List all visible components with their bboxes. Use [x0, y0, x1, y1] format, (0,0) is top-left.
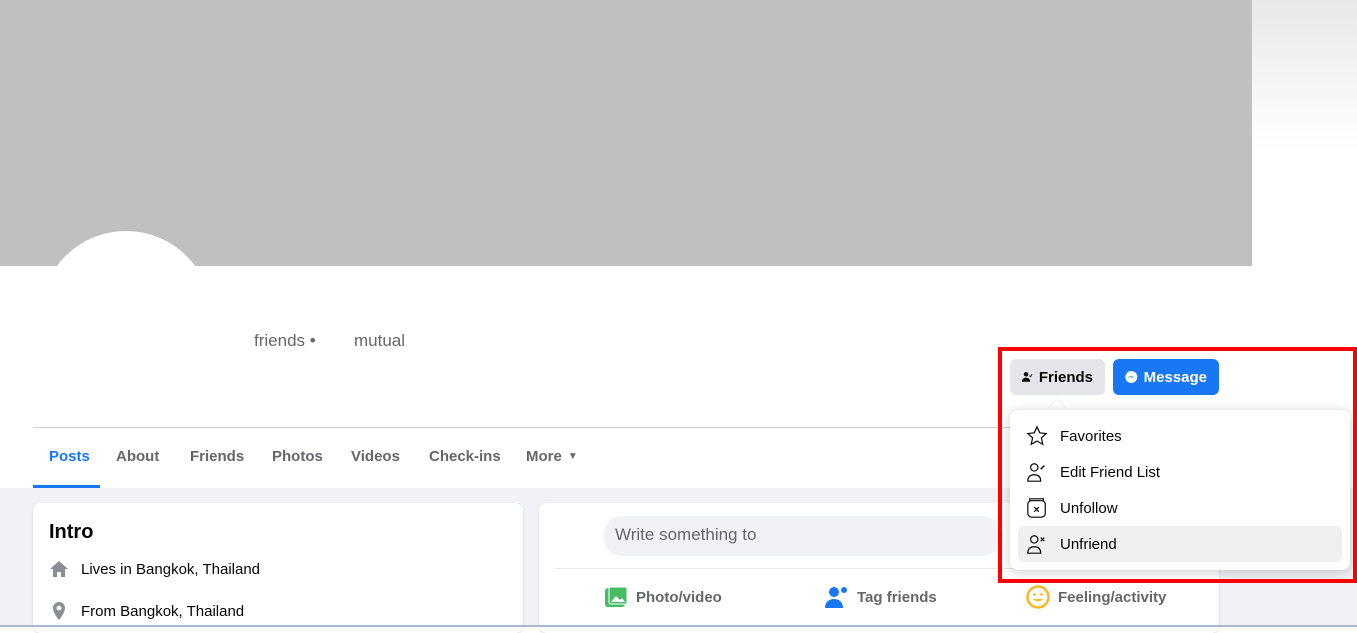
photo-icon [605, 586, 628, 607]
feeling-activity-button[interactable]: Feeling/activity [1026, 585, 1166, 609]
tab-check-ins[interactable]: Check-ins [429, 448, 501, 465]
intro-from: From Bangkok, Thailand [49, 601, 244, 621]
intro-card: Intro Lives in Bangkok, Thailand From Ba… [33, 503, 523, 633]
tab-photos[interactable]: Photos [272, 448, 323, 465]
home-icon [50, 561, 68, 577]
tag-friends-label: Tag friends [857, 588, 937, 606]
caret-down-icon: ▼ [567, 451, 578, 462]
photo-video-label: Photo/video [636, 588, 722, 606]
cover-edge [1252, 0, 1357, 150]
from-place-link[interactable]: Bangkok, Thailand [120, 603, 244, 620]
divider [33, 427, 1033, 428]
highlight-box [998, 347, 1357, 583]
friends-count[interactable]: friends • [254, 331, 316, 351]
tab-about[interactable]: About [116, 448, 159, 465]
avatar[interactable] [40, 231, 212, 403]
smiley-icon [1026, 585, 1050, 609]
mutual-friends[interactable]: mutual [354, 331, 405, 351]
tab-more-label: More [526, 448, 562, 465]
tab-posts[interactable]: Posts [49, 448, 90, 465]
intro-title: Intro [49, 521, 94, 543]
lives-prefix: Lives in [81, 560, 137, 578]
feeling-activity-label: Feeling/activity [1058, 588, 1167, 606]
photo-video-button[interactable]: Photo/video [604, 585, 722, 609]
tab-more[interactable]: More ▼ [526, 448, 578, 465]
location-pin-icon [53, 602, 65, 620]
intro-lives-in: Lives in Bangkok, Thailand [49, 559, 260, 579]
write-post-input[interactable]: Write something to [603, 516, 1003, 556]
from-prefix: From [81, 602, 121, 620]
tab-friends[interactable]: Friends [190, 448, 244, 465]
tab-videos[interactable]: Videos [351, 448, 400, 465]
tag-friends-icon [825, 587, 847, 608]
tag-friends-button[interactable]: Tag friends [825, 585, 937, 609]
lives-place-link[interactable]: Bangkok, Thailand [136, 561, 260, 578]
cover-photo[interactable] [0, 0, 1252, 266]
